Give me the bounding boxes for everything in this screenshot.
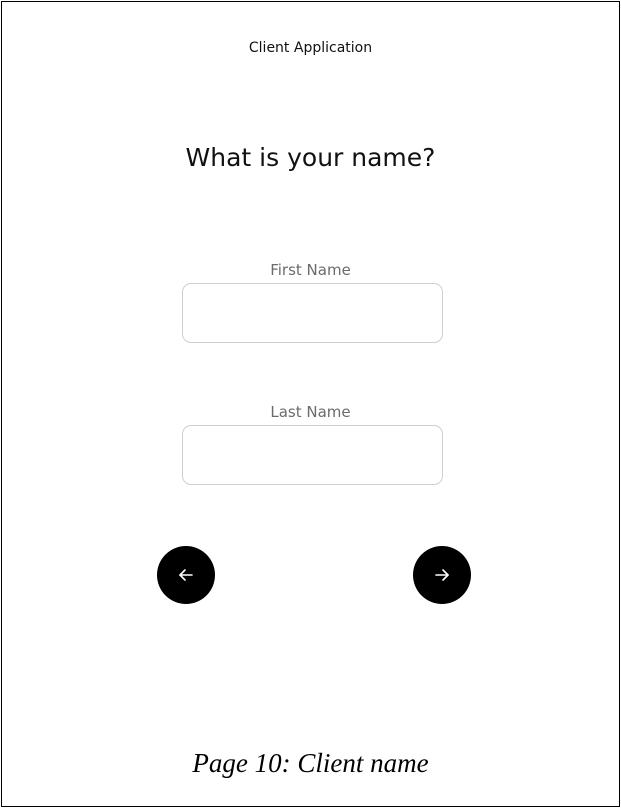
app-title: Client Application xyxy=(248,40,373,56)
first-name-label: First Name xyxy=(270,261,351,279)
page-question: What is your name? xyxy=(185,143,436,172)
arrow-left-icon xyxy=(176,565,196,585)
back-button[interactable] xyxy=(157,546,215,604)
last-name-input[interactable] xyxy=(182,425,443,485)
first-name-input[interactable] xyxy=(182,283,443,343)
arrow-right-icon xyxy=(432,565,452,585)
page-frame: Client Application What is your name? Fi… xyxy=(1,1,620,807)
last-name-label: Last Name xyxy=(270,403,351,421)
page-caption: Page 10: Client name xyxy=(192,748,429,778)
next-button[interactable] xyxy=(413,546,471,604)
